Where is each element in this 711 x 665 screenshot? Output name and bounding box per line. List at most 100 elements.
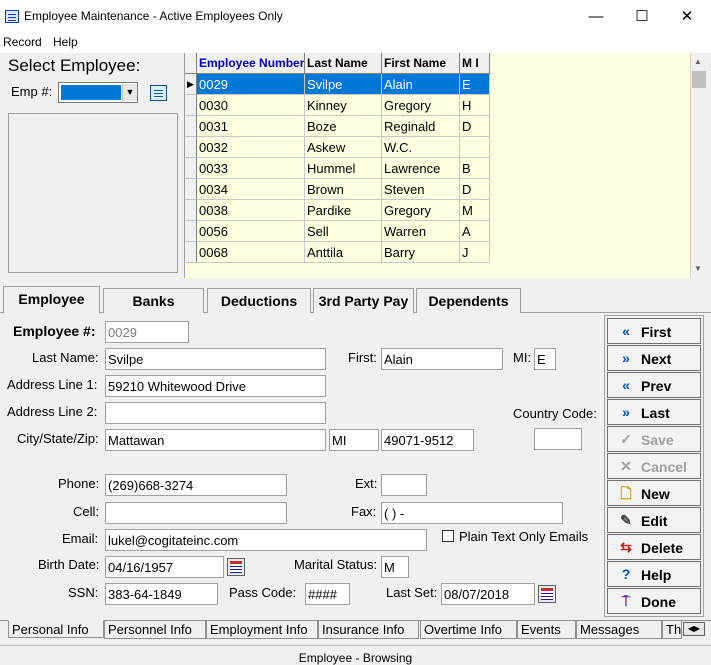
grid-cell[interactable]: 0029: [197, 74, 305, 95]
minimize-button[interactable]: —: [573, 0, 619, 33]
employee-grid[interactable]: Employee Number Last Name First Name M I ▶ 00…: [185, 53, 690, 263]
tab-banks[interactable]: Banks: [103, 288, 204, 313]
grid-cell[interactable]: M: [460, 200, 490, 221]
row-selector[interactable]: [185, 158, 197, 179]
zip-field[interactable]: 49071-9512: [381, 429, 474, 451]
lookup-icon[interactable]: [150, 85, 167, 101]
grid-cell[interactable]: A: [460, 221, 490, 242]
row-selector[interactable]: [185, 95, 197, 116]
emp-number-dropdown[interactable]: ▼: [58, 82, 138, 103]
grid-cell[interactable]: 0031: [197, 116, 305, 137]
row-selector[interactable]: ▶: [185, 74, 197, 95]
grid-cell[interactable]: Kinney: [305, 95, 382, 116]
last-set-field[interactable]: 08/07/2018: [441, 583, 535, 605]
calendar-icon[interactable]: [227, 558, 245, 576]
grid-cell[interactable]: Anttila: [305, 242, 382, 263]
tab-3rd-party-pay[interactable]: 3rd Party Pay: [313, 288, 414, 313]
grid-cell[interactable]: W.C.: [382, 137, 460, 158]
tab-events[interactable]: Events: [517, 621, 576, 639]
menu-record[interactable]: Record: [3, 35, 42, 49]
grid-cell[interactable]: Lawrence: [382, 158, 460, 179]
ssn-field[interactable]: 383-64-1849: [105, 583, 218, 605]
fax-field[interactable]: ( ) -: [381, 502, 563, 524]
close-button[interactable]: ✕: [664, 0, 710, 33]
grid-cell[interactable]: B: [460, 158, 490, 179]
grid-cell[interactable]: 0068: [197, 242, 305, 263]
address-line-1-field[interactable]: 59210 Whitewood Drive: [105, 375, 326, 397]
tab-dependents[interactable]: Dependents: [416, 288, 521, 313]
tab-scroll-arrows[interactable]: ◀▶: [683, 622, 705, 636]
cell-field[interactable]: [105, 502, 287, 524]
grid-cell[interactable]: Brown: [305, 179, 382, 200]
ext-field[interactable]: [381, 474, 427, 496]
grid-cell[interactable]: Gregory: [382, 200, 460, 221]
address-line-2-field[interactable]: [105, 402, 326, 424]
grid-cell[interactable]: Alain: [382, 74, 460, 95]
pass-code-field[interactable]: ####: [305, 583, 350, 605]
edit-button[interactable]: ✎ Edit: [607, 507, 701, 533]
country-code-field[interactable]: [534, 428, 582, 450]
marital-status-field[interactable]: M: [381, 556, 409, 578]
next-button[interactable]: » Next: [607, 345, 701, 371]
last-set-calendar-icon[interactable]: [538, 585, 556, 603]
grid-cell[interactable]: 0034: [197, 179, 305, 200]
grid-cell[interactable]: 0033: [197, 158, 305, 179]
plain-text-checkbox[interactable]: [442, 530, 454, 542]
grid-cell[interactable]: Barry: [382, 242, 460, 263]
tab-deductions[interactable]: Deductions: [207, 288, 311, 313]
phone-field[interactable]: (269)668-3274: [105, 474, 287, 496]
grid-cell[interactable]: E: [460, 74, 490, 95]
first-name-field[interactable]: Alain: [381, 348, 503, 370]
tab-insurance-info[interactable]: Insurance Info: [318, 621, 419, 639]
new-button[interactable]: 🗋 New: [607, 480, 701, 506]
tab-personnel-info[interactable]: Personnel Info: [104, 621, 206, 639]
row-selector[interactable]: [185, 116, 197, 137]
grid-cell[interactable]: Warren: [382, 221, 460, 242]
grid-column-header[interactable]: First Name: [382, 53, 460, 74]
tab-messages[interactable]: Messages: [576, 621, 662, 639]
grid-cell[interactable]: Pardike: [305, 200, 382, 221]
help-button[interactable]: ? Help: [607, 561, 701, 587]
mi-field[interactable]: E: [534, 348, 556, 370]
prev-button[interactable]: « Prev: [607, 372, 701, 398]
grid-cell[interactable]: [460, 137, 490, 158]
grid-cell[interactable]: H: [460, 95, 490, 116]
scroll-down-icon[interactable]: ▼: [694, 264, 702, 273]
grid-cell[interactable]: 0030: [197, 95, 305, 116]
state-field[interactable]: MI: [329, 429, 379, 451]
tab-employee[interactable]: Employee: [3, 286, 100, 314]
delete-button[interactable]: ⇆ Delete: [607, 534, 701, 560]
scroll-up-icon[interactable]: ▲: [694, 57, 702, 66]
grid-cell[interactable]: D: [460, 179, 490, 200]
employee-number-field[interactable]: 0029: [105, 321, 189, 343]
row-selector[interactable]: [185, 179, 197, 200]
row-selector[interactable]: [185, 137, 197, 158]
row-selector[interactable]: [185, 221, 197, 242]
grid-cell[interactable]: 0056: [197, 221, 305, 242]
grid-cell[interactable]: 0038: [197, 200, 305, 221]
tab-overtime-info[interactable]: Overtime Info: [420, 621, 517, 639]
done-button[interactable]: ⍑ Done: [607, 588, 701, 614]
tab-personal-info[interactable]: Personal Info: [8, 620, 104, 638]
menu-help[interactable]: Help: [53, 35, 78, 49]
save-button[interactable]: ✓ Save: [607, 426, 701, 452]
city-field[interactable]: Mattawan: [105, 429, 326, 451]
grid-cell[interactable]: Askew: [305, 137, 382, 158]
tab-employment-info[interactable]: Employment Info: [206, 621, 318, 639]
grid-cell[interactable]: Steven: [382, 179, 460, 200]
grid-cell[interactable]: 0032: [197, 137, 305, 158]
grid-cell[interactable]: J: [460, 242, 490, 263]
grid-column-header[interactable]: M I: [460, 53, 490, 74]
grid-cell[interactable]: Hummel: [305, 158, 382, 179]
grid-scrollbar[interactable]: ▲ ▼: [690, 53, 707, 278]
email-field[interactable]: lukel@cogitateinc.com: [105, 529, 427, 551]
grid-cell[interactable]: Gregory: [382, 95, 460, 116]
last-name-field[interactable]: Svilpe: [105, 348, 326, 370]
chevron-down-icon[interactable]: ▼: [122, 84, 137, 101]
row-selector[interactable]: [185, 200, 197, 221]
grid-cell[interactable]: Reginald: [382, 116, 460, 137]
tab-th[interactable]: Th: [662, 621, 682, 639]
grid-column-header[interactable]: Last Name: [305, 53, 382, 74]
row-selector[interactable]: [185, 242, 197, 263]
last-button[interactable]: » Last: [607, 399, 701, 425]
